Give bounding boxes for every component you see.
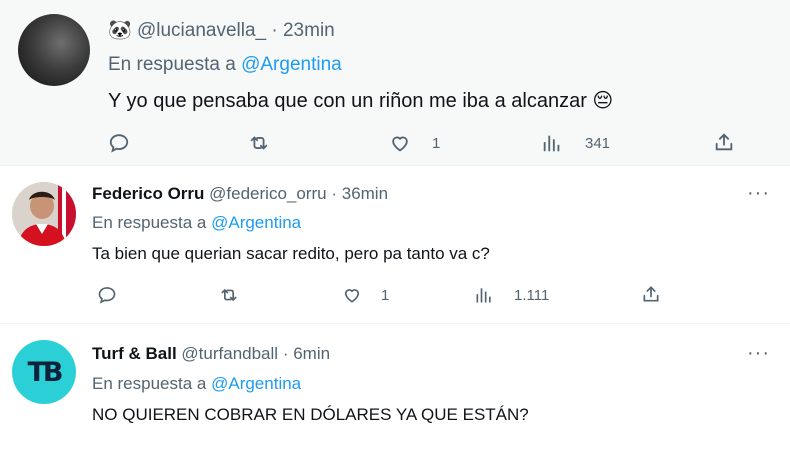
like-count: 1	[432, 134, 441, 152]
reply-button[interactable]	[97, 285, 117, 305]
share-icon	[713, 131, 735, 153]
separator: ·	[282, 344, 289, 363]
reply-icon	[97, 285, 117, 305]
tweet-header: Federico Orru @federico_orru · 36min	[92, 184, 388, 204]
reply-context: En respuesta a @Argentina	[92, 213, 301, 233]
reply-prefix: En respuesta a	[108, 54, 236, 75]
reply-to-link[interactable]: @Argentina	[211, 374, 301, 393]
reply-prefix: En respuesta a	[92, 374, 207, 393]
timestamp[interactable]: 23min	[283, 20, 335, 41]
retweet-button[interactable]	[218, 285, 240, 305]
tweet-text: Y yo que pensaba que con un riñon me iba…	[108, 88, 613, 113]
user-handle[interactable]: @turfandball	[181, 344, 278, 363]
tweet-text: Ta bien que querian sacar redito, pero p…	[92, 244, 490, 263]
separator: ·	[331, 184, 337, 203]
avatar-logo-text: TB	[27, 356, 64, 388]
views-button[interactable]: 341	[541, 132, 610, 154]
views-icon	[541, 132, 563, 154]
reply-prefix: En respuesta a	[92, 213, 207, 232]
tweet-text: NO QUIEREN COBRAR EN DÓLARES YA QUE ESTÁ…	[92, 405, 529, 424]
user-handle[interactable]: @federico_orru	[209, 184, 326, 203]
avatar[interactable]	[18, 14, 90, 86]
user-name[interactable]: Federico Orru	[92, 184, 204, 203]
reply-button[interactable]	[108, 132, 130, 154]
like-icon	[388, 132, 412, 154]
user-handle[interactable]: @lucianavella_	[137, 20, 266, 41]
avatar[interactable]: TB	[12, 340, 76, 404]
separator: ·	[271, 20, 278, 41]
views-count: 1.111	[514, 286, 550, 304]
views-button[interactable]: 1.111	[474, 285, 549, 305]
views-count: 341	[585, 134, 611, 152]
retweet-button[interactable]	[247, 132, 271, 154]
more-options-icon[interactable]: ···	[747, 343, 770, 363]
share-button[interactable]	[713, 131, 735, 153]
reply-to-link[interactable]: @Argentina	[241, 54, 342, 75]
reply-context: En respuesta a @Argentina	[108, 54, 342, 76]
avatar[interactable]	[12, 182, 76, 246]
timestamp[interactable]: 6min	[293, 344, 330, 363]
tweet-header: 🐼 @lucianavella_ · 23min	[108, 18, 335, 42]
user-name[interactable]: Turf & Ball	[92, 344, 177, 363]
retweet-icon	[247, 132, 271, 154]
like-count: 1	[381, 286, 390, 304]
share-icon	[641, 284, 661, 304]
pensive-emoji: 😔	[592, 90, 614, 112]
timestamp[interactable]: 36min	[342, 184, 388, 203]
like-button[interactable]: 1	[388, 132, 440, 154]
retweet-icon	[218, 285, 240, 305]
tweet-body: Y yo que pensaba que con un riñon me iba…	[108, 90, 587, 112]
reply-to-link[interactable]: @Argentina	[211, 213, 301, 232]
more-options-icon[interactable]: ···	[747, 183, 770, 203]
share-button[interactable]	[641, 284, 661, 304]
reply-icon	[108, 132, 130, 154]
reply-context: En respuesta a @Argentina	[92, 374, 301, 394]
views-icon	[474, 285, 494, 305]
tweet-header: Turf & Ball @turfandball · 6min	[92, 344, 330, 364]
like-icon	[341, 285, 363, 305]
profile-emoji: 🐼	[108, 20, 132, 41]
like-button[interactable]: 1	[341, 285, 389, 305]
